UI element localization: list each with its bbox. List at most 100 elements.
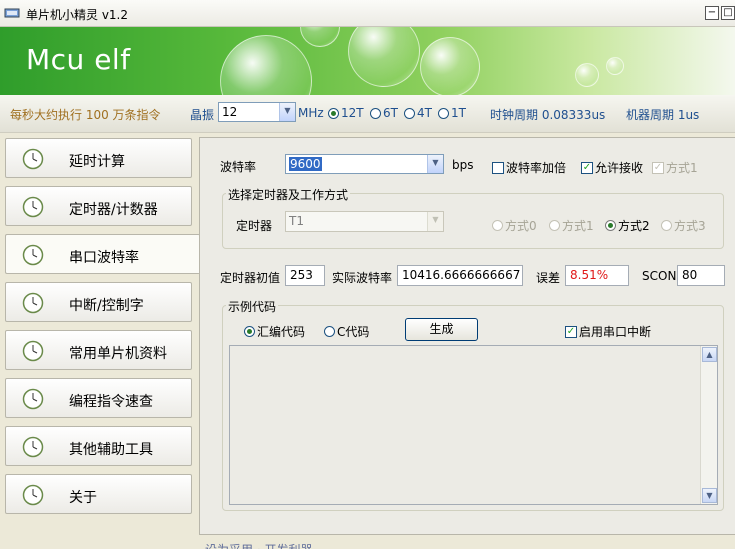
code-group-title: 示例代码 bbox=[226, 298, 279, 315]
sidebar-item-about[interactable]: 关于 bbox=[5, 474, 192, 514]
bubble-decoration bbox=[348, 27, 420, 87]
scroll-up-icon[interactable]: ▲ bbox=[702, 347, 717, 362]
radio-dot[interactable] bbox=[438, 107, 449, 119]
actual-baud-field[interactable]: 10416.6666666667 bbox=[397, 265, 523, 286]
clock-icon bbox=[22, 436, 44, 458]
cycle-radio-1t[interactable]: 1T bbox=[438, 106, 466, 120]
sidebar-item-label: 其他辅助工具 bbox=[69, 442, 153, 458]
bubble-decoration bbox=[300, 27, 340, 47]
radio-dot[interactable] bbox=[328, 107, 339, 119]
banner: Mcu elf bbox=[0, 27, 735, 95]
sidebar-item-baud[interactable]: 串口波特率 bbox=[5, 234, 200, 274]
chevron-down-icon[interactable]: ▼ bbox=[427, 155, 443, 173]
error-label: 误差 bbox=[536, 271, 561, 285]
machine-period: 机器周期 1us bbox=[626, 108, 700, 122]
radio-dot bbox=[661, 220, 672, 231]
radio-dot bbox=[549, 220, 560, 231]
code-output[interactable]: ▲ ▼ bbox=[229, 345, 718, 505]
sidebar-item-interrupt[interactable]: 中断/控制字 bbox=[5, 282, 192, 322]
bubble-decoration bbox=[420, 37, 480, 95]
sidebar-item-label: 关于 bbox=[69, 490, 97, 506]
close-button[interactable]: □ bbox=[721, 6, 735, 20]
mode2-radio[interactable]: 方式2 bbox=[605, 217, 650, 234]
cycle-radio-4t[interactable]: 4T bbox=[404, 106, 432, 120]
baud-value: 9600 bbox=[289, 157, 322, 171]
enable-uart-interrupt-checkbox[interactable]: ✓ 启用串口中断 bbox=[565, 323, 651, 340]
sidebar-item-timer[interactable]: 定时器/计数器 bbox=[5, 186, 192, 226]
clock-period: 时钟周期 0.08333us bbox=[490, 108, 606, 122]
chevron-down-icon: ▼ bbox=[427, 212, 443, 231]
cycle-radio-12t[interactable]: 12T bbox=[328, 106, 364, 120]
sidebar-item-delay[interactable]: 延时计算 bbox=[5, 138, 192, 178]
mode1-radio: 方式1 bbox=[549, 217, 594, 234]
error-field[interactable]: 8.51% bbox=[565, 265, 629, 286]
timer-value: T1 bbox=[289, 214, 304, 228]
sidebar-item-label: 延时计算 bbox=[69, 154, 125, 170]
clock-icon bbox=[22, 484, 44, 506]
init-value-label: 定时器初值 bbox=[220, 271, 281, 285]
asm-code-radio[interactable]: 汇编代码 bbox=[244, 323, 305, 340]
baud-label: 波特率 bbox=[220, 160, 257, 174]
bubble-decoration bbox=[220, 35, 312, 95]
clock-icon bbox=[22, 196, 44, 218]
chevron-down-icon[interactable]: ▼ bbox=[279, 103, 295, 121]
scon-label: SCON bbox=[642, 269, 677, 283]
minimize-button[interactable]: − bbox=[705, 6, 719, 20]
clock-icon bbox=[22, 340, 44, 362]
timer-select: T1 ▼ bbox=[285, 211, 444, 232]
radio-dot[interactable] bbox=[370, 107, 381, 119]
vertical-scrollbar[interactable]: ▲ ▼ bbox=[700, 346, 717, 504]
sidebar-item-instructions[interactable]: 编程指令速查 bbox=[5, 378, 192, 418]
bubble-decoration bbox=[575, 63, 599, 87]
timer-group-title: 选择定时器及工作方式 bbox=[226, 186, 351, 203]
generate-button[interactable]: 生成 bbox=[405, 318, 478, 341]
cycle-radio-6t[interactable]: 6T bbox=[370, 106, 398, 120]
sidebar-item-label: 常用单片机资料 bbox=[69, 346, 167, 362]
title-bar: 单片机小精灵 v1.2 − □ bbox=[0, 0, 735, 27]
sidebar-item-label: 定时器/计数器 bbox=[69, 202, 158, 218]
sidebar-item-tools[interactable]: 其他辅助工具 bbox=[5, 426, 192, 466]
checkbox-box[interactable]: ✓ bbox=[581, 161, 593, 174]
mode3-radio: 方式3 bbox=[661, 217, 706, 234]
clock-icon bbox=[22, 388, 44, 410]
checkbox-box: ✓ bbox=[652, 161, 664, 174]
radio-dot bbox=[492, 220, 503, 231]
scroll-down-icon[interactable]: ▼ bbox=[702, 488, 717, 503]
sidebar-item-label: 中断/控制字 bbox=[69, 298, 144, 314]
allow-receive-checkbox[interactable]: ✓ 允许接收 bbox=[581, 159, 643, 176]
baud-panel: 波特率 9600 ▼ bps 波特率加倍 ✓ 允许接收 ✓ 方式1 选择定时器及工作… bbox=[199, 137, 735, 535]
baud-double-checkbox[interactable]: 波特率加倍 bbox=[492, 159, 566, 176]
app-icon bbox=[4, 8, 20, 18]
radio-dot[interactable] bbox=[605, 220, 616, 231]
baud-select[interactable]: 9600 ▼ bbox=[285, 154, 444, 174]
actual-baud-label: 实际波特率 bbox=[332, 271, 393, 285]
mode0-radio: 方式0 bbox=[492, 217, 537, 234]
radio-dot[interactable] bbox=[324, 326, 335, 337]
bps-unit: bps bbox=[452, 158, 474, 172]
sidebar-item-label: 串口波特率 bbox=[69, 250, 139, 266]
crystal-value: 12 bbox=[222, 105, 238, 119]
clock-icon bbox=[22, 292, 44, 314]
ops-per-second: 每秒大约执行 100 万条指令 bbox=[10, 108, 161, 122]
window-title: 单片机小精灵 v1.2 bbox=[26, 8, 129, 22]
clock-icon bbox=[22, 148, 44, 170]
scon-field[interactable]: 80 bbox=[677, 265, 725, 286]
footer-link[interactable]: 设为采用 · 开发利器 bbox=[205, 541, 312, 549]
banner-title: Mcu elf bbox=[26, 43, 131, 76]
clock-icon bbox=[22, 244, 44, 266]
sidebar-item-label: 编程指令速查 bbox=[69, 394, 153, 410]
mode1-checkbox: ✓ 方式1 bbox=[652, 161, 698, 175]
crystal-label: 晶振 bbox=[190, 108, 215, 122]
info-bar: 每秒大约执行 100 万条指令 晶振 12 ▼ MHz 12T 6T 4T 1T… bbox=[0, 95, 735, 133]
crystal-select[interactable]: 12 ▼ bbox=[218, 102, 296, 122]
init-value-field[interactable]: 253 bbox=[285, 265, 325, 286]
checkbox-box[interactable] bbox=[492, 161, 504, 174]
radio-dot[interactable] bbox=[244, 326, 255, 337]
c-code-radio[interactable]: C代码 bbox=[324, 323, 369, 340]
sidebar-item-mcu-info[interactable]: 常用单片机资料 bbox=[5, 330, 192, 370]
radio-dot[interactable] bbox=[404, 107, 415, 119]
mhz-unit: MHz bbox=[298, 106, 324, 120]
timer-label: 定时器 bbox=[236, 219, 273, 233]
checkbox-box[interactable]: ✓ bbox=[565, 325, 577, 338]
bubble-decoration bbox=[606, 57, 624, 75]
